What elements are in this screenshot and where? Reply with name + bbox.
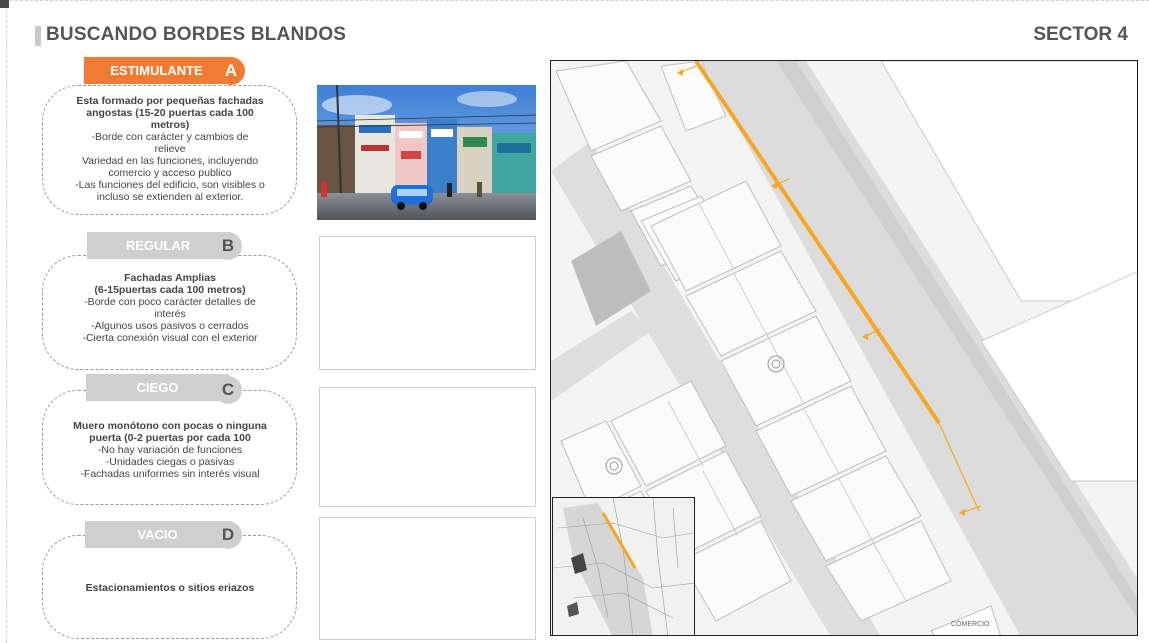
category-c-description: Muero monótono con pocas o ninguna puerta… [50, 420, 290, 480]
description-line: Muero monótono con pocas o ninguna [73, 420, 267, 432]
locator-inset-map [552, 497, 695, 636]
description-line: -Borde con poco carácter detalles de [84, 296, 256, 308]
description-line: -Las funciones del edificio, son visible… [75, 179, 265, 191]
category-a-description: Esta formado por pequeñas fachadas angost… [50, 95, 290, 203]
description-line: -Unidades ciegas o pasivas [105, 456, 235, 468]
description-line: -Cierta conexión visual con el exterior [82, 332, 258, 344]
description-line: Variedad en las funciones, incluyendo [81, 155, 259, 167]
category-d-letter-badge: D [214, 521, 242, 549]
title-accent-bar [35, 26, 41, 46]
category-c-letter-badge: C [214, 376, 242, 404]
category-d-description: Estacionamientos o sitios eriazos [50, 582, 290, 594]
category-a-letter: A [224, 61, 238, 80]
description-line: puerta (0-2 puertas por cada 100 [89, 432, 251, 444]
description-line: comercio y acceso publico [108, 167, 232, 179]
category-c-tab: CIEGO [86, 374, 229, 401]
category-d-name: VACIO [137, 527, 178, 542]
category-d-tab: VACIO [85, 521, 230, 548]
category-b-description: Fachadas Amplias (6-15puertas cada 100 me… [50, 272, 290, 344]
category-b-letter: B [221, 236, 235, 255]
page-frame-left [6, 0, 7, 643]
description-line: metros) [150, 119, 190, 131]
description-line: -Algunos usos pasivos o cerrados [91, 320, 249, 332]
description-line: Fachadas Amplias [124, 272, 216, 284]
photo-placeholder-c [319, 387, 536, 507]
description-line: relieve [154, 143, 186, 155]
map-building-label: COMERCIO [951, 621, 990, 628]
description-line: Esta formado por pequeñas fachadas [76, 95, 264, 107]
category-a-tab: ESTIMULANTE [84, 57, 229, 84]
description-line: angostas (15-20 puertas cada 100 [86, 107, 254, 119]
category-b-tab: REGULAR [87, 232, 229, 259]
page-frame-top [0, 0, 1149, 1]
description-line: -Borde con carácter y cambios de [91, 131, 249, 143]
category-b-letter-badge: B [214, 232, 242, 260]
description-line: Estacionamientos o sitios eriazos [85, 582, 255, 594]
photo-placeholder-b [319, 236, 536, 370]
category-d-letter: D [221, 525, 235, 544]
category-a-name: ESTIMULANTE [110, 63, 203, 78]
category-c-name: CIEGO [136, 380, 179, 395]
page-title: BUSCANDO BORDES BLANDOS [46, 24, 347, 45]
sector-label: SECTOR 4 [1033, 24, 1128, 45]
category-c-letter: C [221, 380, 235, 399]
street-photo-a [317, 85, 536, 220]
locator-inset-drawing [553, 498, 694, 635]
category-a-letter-badge: A [217, 57, 245, 85]
description-line: incluso se extienden al exterior. [96, 191, 244, 203]
street-photo-drawing [317, 85, 536, 220]
photo-placeholder-d [319, 517, 536, 640]
corner-mark [0, 0, 9, 8]
description-line: -No hay variación de funciones [97, 444, 243, 456]
description-line: interés [154, 308, 186, 320]
description-line: (6-15puertas cada 100 metros) [94, 284, 246, 296]
category-b-name: REGULAR [125, 238, 191, 253]
description-line: -Fachadas uniformes sin interés visual [80, 468, 260, 480]
